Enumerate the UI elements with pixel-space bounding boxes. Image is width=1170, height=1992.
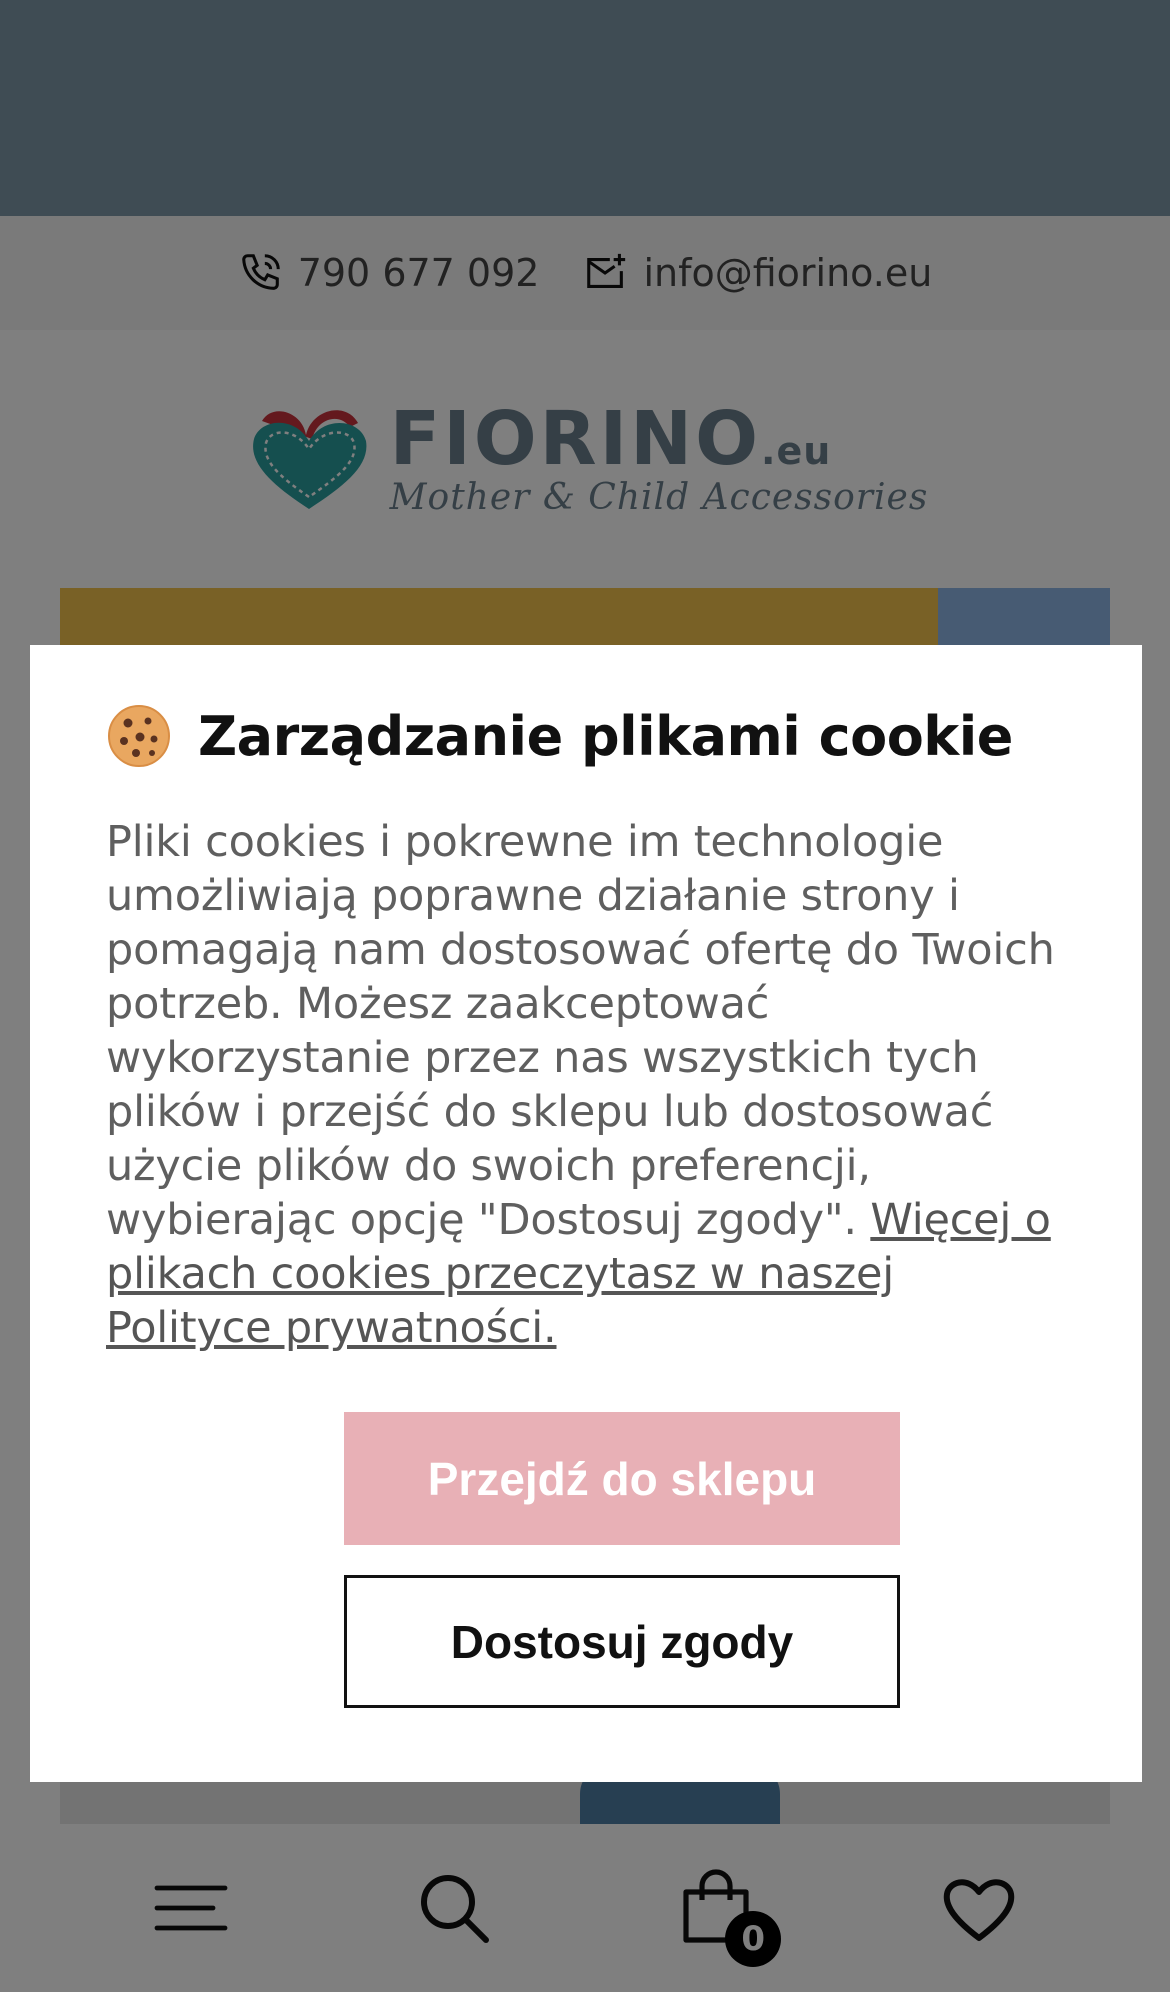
cookie-dialog-body-text: Pliki cookies i pokrewne im technologie … <box>106 817 1055 1245</box>
cookie-dialog-body: Pliki cookies i pokrewne im technologie … <box>106 815 1066 1355</box>
cookie-dialog-title: Zarządzanie plikami cookie <box>106 703 1066 769</box>
accept-go-to-shop-button[interactable]: Przejdź do sklepu <box>344 1412 900 1545</box>
cookie-icon <box>108 705 170 767</box>
cookie-dialog-title-text: Zarządzanie plikami cookie <box>198 704 1013 768</box>
customize-consents-button[interactable]: Dostosuj zgody <box>344 1575 900 1708</box>
cookie-consent-dialog: Zarządzanie plikami cookie Pliki cookies… <box>30 645 1142 1782</box>
